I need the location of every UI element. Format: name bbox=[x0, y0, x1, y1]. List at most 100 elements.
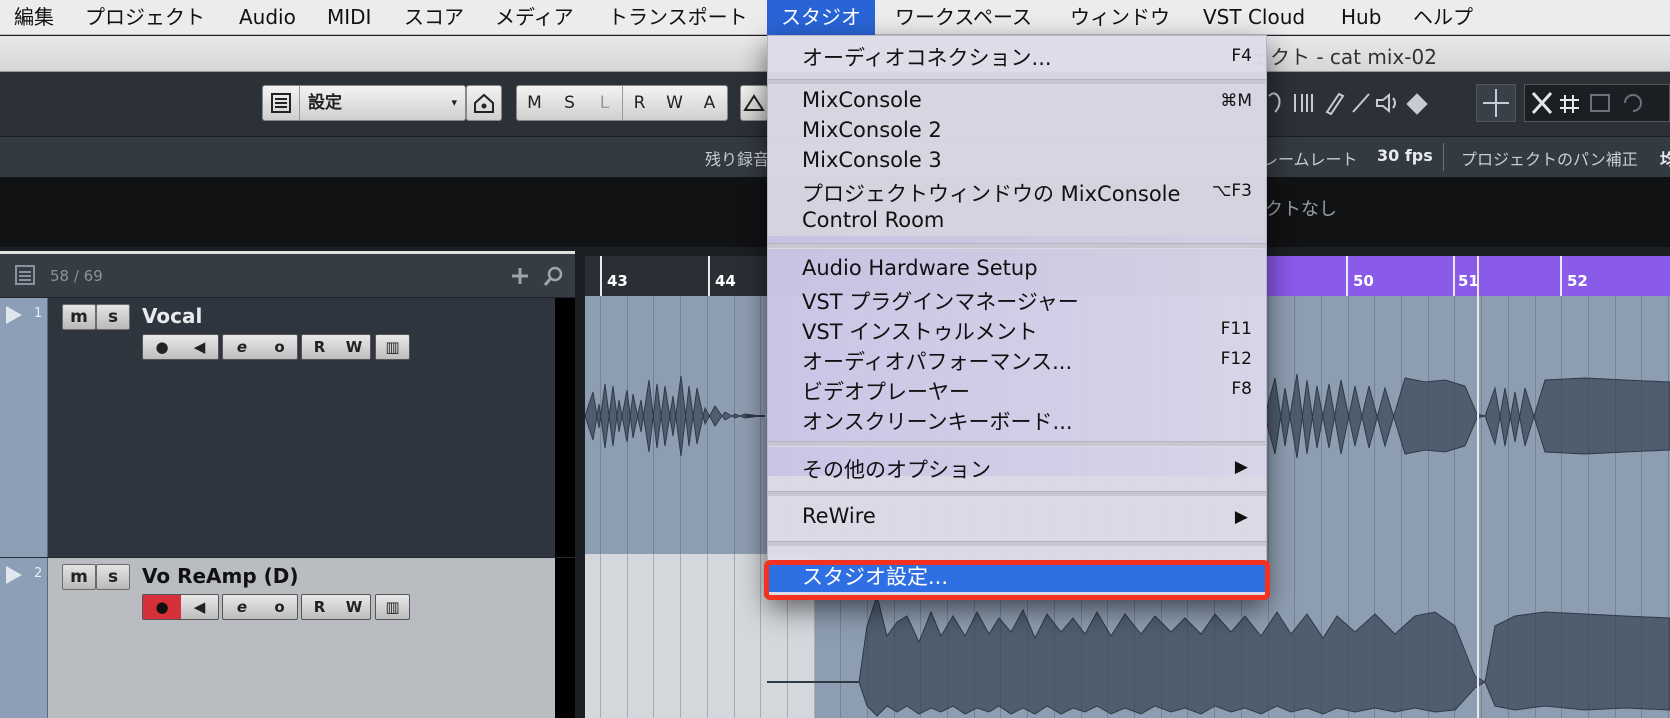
menu-score[interactable]: スコア bbox=[404, 0, 464, 35]
track-edge bbox=[555, 558, 575, 718]
track-number: 1 bbox=[34, 306, 43, 321]
track-row[interactable]: 1 m s Vocal ● ◀ e o R W ▥ bbox=[0, 298, 575, 557]
bar-label: 44 bbox=[715, 272, 736, 290]
write-all-button[interactable]: W bbox=[657, 86, 692, 120]
menu-window[interactable]: ウィンドウ bbox=[1070, 0, 1170, 35]
menu-workspace[interactable]: ワークスペース bbox=[895, 0, 1032, 35]
instrument-edit-icon[interactable]: o bbox=[261, 595, 298, 619]
crosshair-icon bbox=[1483, 89, 1509, 117]
menu-item-video-player[interactable]: ビデオプレーヤー bbox=[802, 376, 970, 406]
menu-item-audio-connections[interactable]: オーディオコネクション... bbox=[802, 42, 1052, 72]
constrain-delay-button[interactable] bbox=[466, 85, 502, 121]
menu-item-mixconsole[interactable]: MixConsole bbox=[802, 88, 922, 112]
read-button[interactable]: R bbox=[302, 335, 337, 359]
menu-item-audio-performance[interactable]: オーディオパフォーマンス... bbox=[802, 346, 1072, 376]
home-icon bbox=[474, 93, 494, 113]
window-title: ェクト - cat mix-02 bbox=[1250, 45, 1437, 69]
line-tool-icon[interactable] bbox=[1352, 93, 1370, 113]
waveform bbox=[1264, 373, 1670, 459]
speaker-icon[interactable] bbox=[1376, 92, 1396, 114]
framerate-label: レームレート bbox=[1262, 150, 1358, 169]
menu-item-more-options[interactable]: その他のオプション bbox=[802, 454, 991, 484]
solo-button[interactable]: s bbox=[96, 304, 130, 330]
mute-all-button[interactable]: M bbox=[517, 86, 552, 120]
edit-group: e o bbox=[222, 594, 298, 620]
shortcut: ⌘M bbox=[1220, 91, 1252, 111]
record-enable-button[interactable]: ● bbox=[143, 335, 181, 359]
mute-button[interactable]: m bbox=[62, 304, 96, 330]
menu-midi[interactable]: MIDI bbox=[327, 0, 371, 35]
read-all-button[interactable]: R bbox=[622, 86, 657, 120]
menu-item-control-room[interactable]: Control Room bbox=[802, 208, 944, 232]
solo-all-button[interactable]: S bbox=[552, 86, 587, 120]
menu-divider bbox=[768, 79, 1266, 85]
studio-menu: オーディオコネクション... F4 MixConsole ⌘M MixConso… bbox=[767, 35, 1267, 599]
waveform bbox=[858, 594, 1670, 717]
grid-line bbox=[1535, 296, 1536, 718]
lanes-button[interactable]: ▥ bbox=[375, 334, 410, 360]
menu-divider bbox=[768, 541, 1266, 547]
no-object-text: クトなし bbox=[1265, 199, 1337, 220]
monitor-speaker-icon[interactable]: ◀ bbox=[181, 595, 218, 619]
menu-studio[interactable]: スタジオ bbox=[767, 0, 875, 35]
grid-line bbox=[627, 296, 628, 718]
search-icon[interactable] bbox=[543, 265, 565, 287]
listen-button[interactable]: L bbox=[587, 86, 622, 120]
read-button[interactable]: R bbox=[302, 595, 337, 619]
menu-hub[interactable]: Hub bbox=[1341, 0, 1381, 35]
track-name[interactable]: Vo ReAmp (D) bbox=[142, 564, 299, 588]
cycle-icon[interactable] bbox=[1624, 94, 1642, 112]
autoscroll-button[interactable] bbox=[740, 85, 768, 121]
monitor-speaker-icon[interactable]: ◀ bbox=[181, 335, 218, 359]
mute-button[interactable]: m bbox=[62, 564, 96, 590]
solo-button[interactable]: s bbox=[96, 564, 130, 590]
snap-options bbox=[1524, 84, 1670, 122]
menu-item-project-mixconsole[interactable]: プロジェクトウィンドウの MixConsole bbox=[802, 178, 1180, 208]
write-button[interactable]: W bbox=[337, 595, 371, 619]
time-warp-icon[interactable] bbox=[1268, 92, 1281, 113]
auto-crossfade-icon[interactable] bbox=[1531, 91, 1553, 115]
grid-line bbox=[1401, 296, 1402, 718]
preset-selector[interactable]: 設定 ▾ bbox=[262, 85, 466, 121]
menu-media[interactable]: メディア bbox=[495, 0, 574, 35]
menu-item-audio-hardware-setup[interactable]: Audio Hardware Setup bbox=[802, 256, 1038, 280]
menu-item-vst-instruments[interactable]: VST インストゥルメント bbox=[802, 316, 1038, 346]
automation-button[interactable]: A bbox=[692, 86, 727, 120]
project-cursor[interactable] bbox=[1477, 256, 1479, 718]
framerate-value[interactable]: 30 fps bbox=[1377, 146, 1433, 165]
track-list-menu-icon[interactable] bbox=[14, 264, 36, 286]
color-tool-icon[interactable] bbox=[1406, 93, 1428, 115]
add-track-icon[interactable] bbox=[510, 266, 530, 286]
automation-group: R W bbox=[301, 334, 371, 360]
menu-transport[interactable]: トランスポート bbox=[608, 0, 748, 35]
menu-project[interactable]: プロジェクト bbox=[85, 0, 205, 35]
record-enable-button[interactable]: ● bbox=[143, 595, 181, 619]
pan-law-value[interactable]: 均 bbox=[1660, 146, 1670, 170]
track-name[interactable]: Vocal bbox=[142, 304, 202, 328]
menu-divider bbox=[768, 491, 1266, 497]
menu-edit[interactable]: 編集 bbox=[14, 0, 54, 35]
track-row[interactable]: 2 m s Vo ReAmp (D) ● ◀ e o R W ▥ bbox=[0, 558, 575, 718]
shortcut: F11 bbox=[1220, 319, 1252, 339]
menu-help[interactable]: ヘルプ bbox=[1413, 0, 1473, 35]
lanes-button[interactable]: ▥ bbox=[375, 594, 410, 620]
edit-channel-icon[interactable]: e bbox=[223, 335, 261, 359]
menu-divider bbox=[768, 441, 1266, 447]
menu-item-mixconsole-3[interactable]: MixConsole 3 bbox=[802, 148, 942, 172]
snap-type-icon[interactable] bbox=[1590, 94, 1610, 112]
split-tool-icon[interactable] bbox=[1294, 94, 1313, 112]
menu-item-rewire[interactable]: ReWire bbox=[802, 504, 876, 528]
menu-item-onscreen-keyboard[interactable]: オンスクリーンキーボード... bbox=[802, 406, 1073, 436]
menu-item-vst-plugin-manager[interactable]: VST プラグインマネージャー bbox=[802, 286, 1079, 316]
instrument-edit-icon[interactable]: o bbox=[261, 335, 298, 359]
grid-icon[interactable] bbox=[1560, 95, 1579, 113]
menu-vst-cloud[interactable]: VST Cloud bbox=[1203, 0, 1305, 35]
snap-tool-button[interactable] bbox=[1476, 84, 1516, 122]
pencil-icon[interactable] bbox=[1325, 92, 1345, 116]
write-button[interactable]: W bbox=[337, 335, 371, 359]
highlight-frame bbox=[764, 560, 1270, 600]
edit-channel-icon[interactable]: e bbox=[223, 595, 261, 619]
menu-audio[interactable]: Audio bbox=[239, 0, 296, 35]
shortcut: ⌥F3 bbox=[1211, 181, 1252, 201]
menu-item-mixconsole-2[interactable]: MixConsole 2 bbox=[802, 118, 942, 142]
